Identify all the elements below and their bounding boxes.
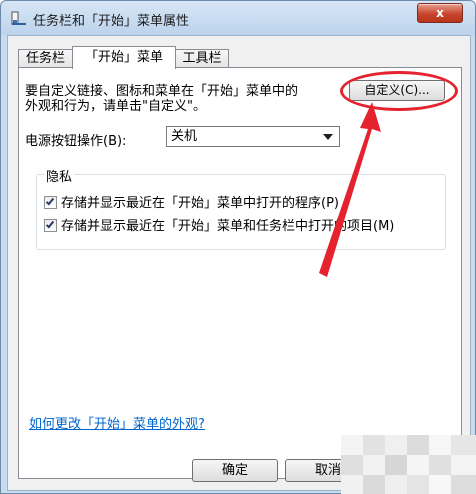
tab-start-menu[interactable]: 「开始」菜单 — [72, 46, 176, 69]
annotation-arrow — [319, 102, 381, 277]
dialog-window: 任务栏和「开始」菜单属性 x 任务栏 「开始」菜单 工具栏 要自定义链接、图标和… — [0, 0, 476, 494]
watermark-mosaic — [341, 435, 476, 494]
red-arrow-icon — [319, 102, 381, 277]
